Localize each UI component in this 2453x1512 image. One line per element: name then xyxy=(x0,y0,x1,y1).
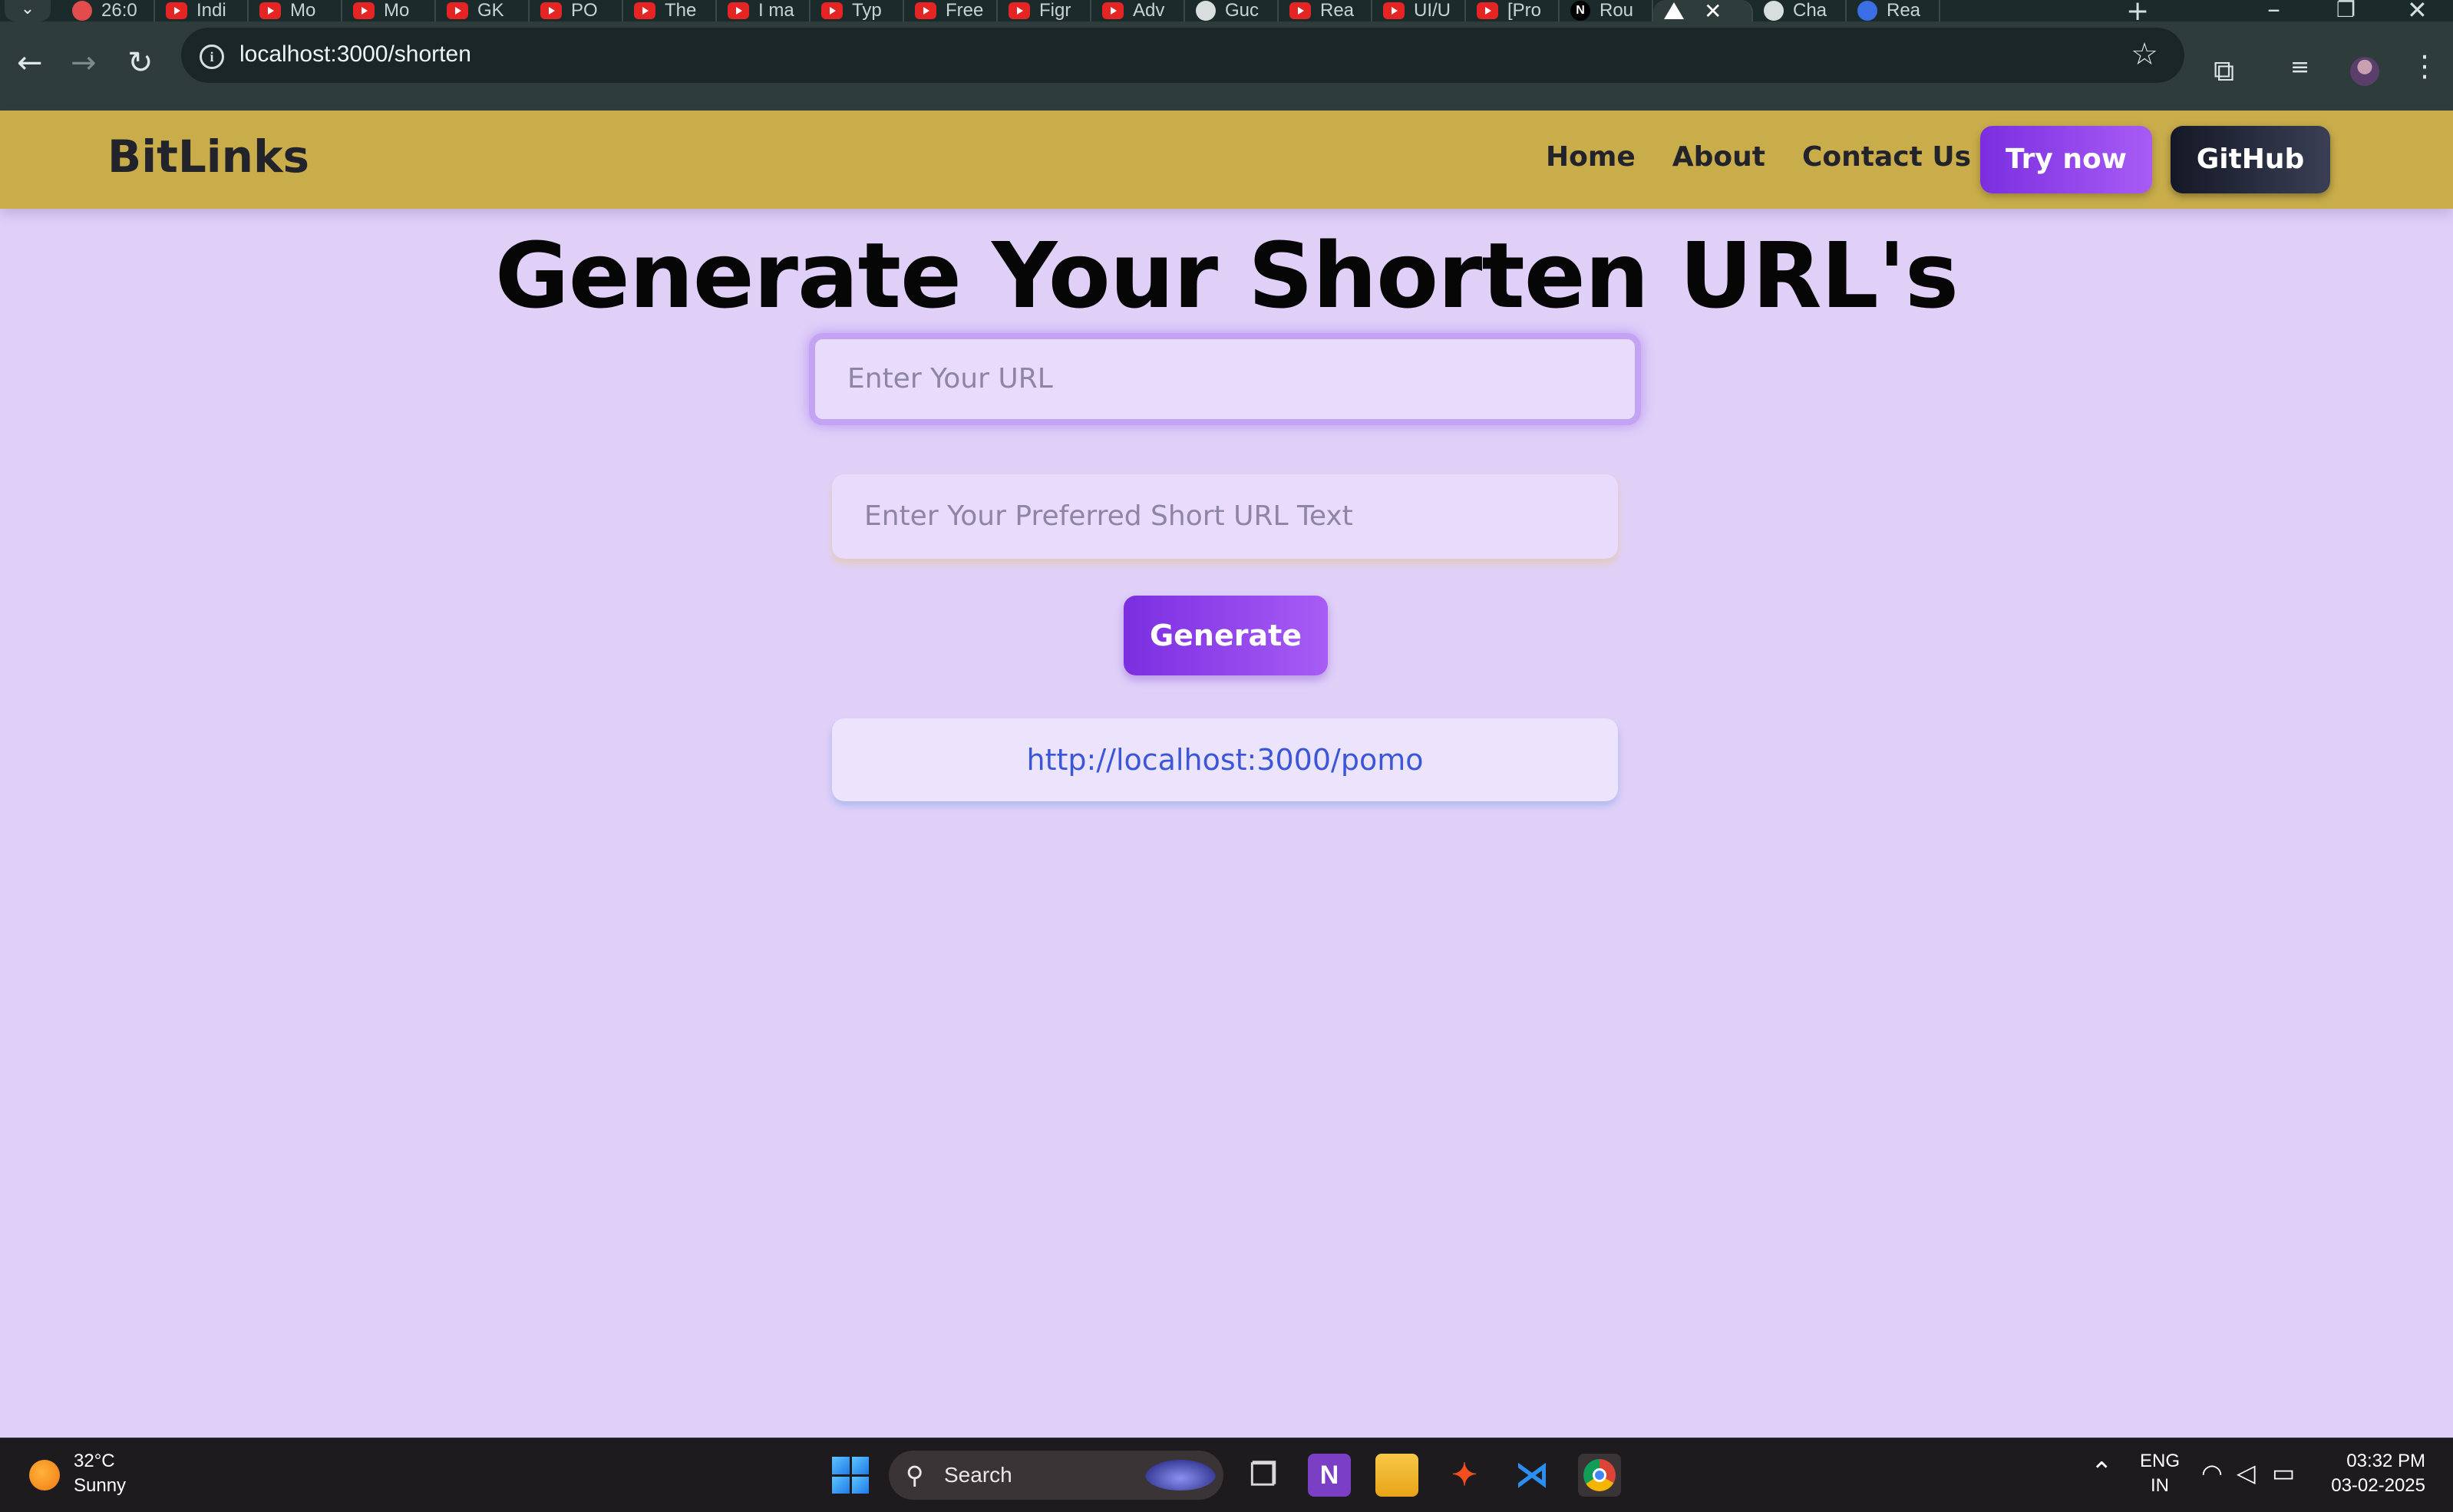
weather-description[interactable]: Sunny xyxy=(74,1475,126,1497)
youtube-icon xyxy=(447,2,468,19)
taskbar-search-box[interactable]: ⚲ Search xyxy=(889,1451,1223,1500)
extensions-icon[interactable]: ⧉ xyxy=(2214,54,2234,88)
battery-icon[interactable]: ▭ xyxy=(2272,1458,2295,1487)
tab[interactable]: Rea xyxy=(1847,0,1940,21)
react-icon xyxy=(1857,1,1877,21)
youtube-icon xyxy=(1102,2,1124,19)
youtube-icon xyxy=(1289,2,1311,19)
github-button[interactable]: GitHub xyxy=(2171,126,2330,193)
search-highlight-icon xyxy=(1145,1460,1216,1491)
tab[interactable]: Figr xyxy=(998,0,1091,21)
address-bar[interactable]: i localhost:3000/shorten ☆ xyxy=(181,28,2184,83)
tab[interactable]: GK xyxy=(436,0,530,21)
tab[interactable]: The xyxy=(623,0,717,21)
nav-home-link[interactable]: Home xyxy=(1546,141,1636,173)
bookmark-star-icon[interactable]: ☆ xyxy=(2131,37,2158,72)
brand-logo[interactable]: BitLinks xyxy=(107,130,309,183)
site-info-icon[interactable]: i xyxy=(200,45,224,69)
tab[interactable]: I ma xyxy=(717,0,811,21)
browser-tab-strip: ⌄ 26:0 Indi Mo Mo GK PO The I ma Typ Fre… xyxy=(0,0,2453,21)
nextjs-icon: N xyxy=(1570,1,1590,21)
youtube-icon xyxy=(634,2,655,19)
close-window-icon[interactable]: ✕ xyxy=(2407,0,2428,21)
tab-active[interactable]: ✕ xyxy=(1653,0,1753,21)
language-indicator[interactable]: ENG IN xyxy=(2140,1449,2180,1498)
tab[interactable]: Adv xyxy=(1091,0,1185,21)
forward-icon[interactable]: → xyxy=(71,48,97,78)
weather-temperature[interactable]: 32°C xyxy=(74,1451,115,1472)
nav-contact-link[interactable]: Contact Us xyxy=(1802,141,1971,173)
address-url[interactable]: localhost:3000/shorten xyxy=(239,41,471,68)
profile-avatar[interactable] xyxy=(2350,57,2379,86)
vscode-icon[interactable]: ⋊ xyxy=(1510,1454,1553,1497)
youtube-icon xyxy=(353,2,375,19)
restore-icon[interactable]: ❐ xyxy=(2336,0,2356,21)
show-hidden-icons-chevron[interactable]: ⌃ xyxy=(2091,1457,2113,1487)
close-tab-icon[interactable]: ✕ xyxy=(1704,0,1722,21)
tab[interactable]: Mo xyxy=(342,0,436,21)
youtube-icon xyxy=(166,2,187,19)
tab-list: 26:0 Indi Mo Mo GK PO The I ma Typ Free … xyxy=(61,0,1940,21)
youtube-icon xyxy=(728,2,749,19)
result-box: http://localhost:3000/pomo xyxy=(832,718,1618,801)
tab[interactable]: Rea xyxy=(1279,0,1372,21)
new-tab-button[interactable]: + xyxy=(2126,0,2149,21)
youtube-icon xyxy=(1009,2,1030,19)
vercel-icon xyxy=(1664,2,1684,19)
chatgpt-icon xyxy=(1764,1,1784,21)
task-view-icon[interactable]: ❐ xyxy=(1242,1454,1285,1497)
youtube-icon xyxy=(1477,2,1498,19)
browser-toolbar: ← → ↻ i localhost:3000/shorten ☆ ⧉ ≡ ⋮ xyxy=(0,21,2453,111)
file-explorer-icon[interactable] xyxy=(1375,1454,1418,1497)
nav-about-link[interactable]: About xyxy=(1672,141,1765,173)
tab[interactable]: Typ xyxy=(811,0,904,21)
tab[interactable]: [Pro xyxy=(1466,0,1560,21)
youtube-icon xyxy=(540,2,562,19)
search-icon: ⚲ xyxy=(906,1461,924,1489)
url-input[interactable]: Enter Your URL xyxy=(809,333,1641,425)
chatgpt-icon xyxy=(1196,1,1216,21)
youtube-icon xyxy=(259,2,281,19)
tab[interactable]: PO xyxy=(530,0,623,21)
generate-button[interactable]: Generate xyxy=(1124,596,1328,675)
volume-icon[interactable]: ◁ xyxy=(2237,1458,2256,1487)
media-controls-icon[interactable]: ≡ xyxy=(2290,54,2309,81)
search-label: Search xyxy=(944,1463,1012,1487)
tab[interactable]: 26:0 xyxy=(61,0,155,21)
youtube-icon xyxy=(915,2,936,19)
generated-short-url-link[interactable]: http://localhost:3000/pomo xyxy=(1027,743,1424,777)
tab[interactable]: Free xyxy=(904,0,998,21)
windows-taskbar: 32°C Sunny ⚲ Search ❐ N ✦ ⋊ ⌃ ENG IN ◠ ◁… xyxy=(0,1438,2453,1512)
reload-icon[interactable]: ↻ xyxy=(127,48,154,78)
check-icon xyxy=(72,1,92,21)
site-navbar: BitLinks Home About Contact Us Try now G… xyxy=(0,111,2453,209)
back-icon[interactable]: ← xyxy=(17,48,43,78)
system-clock[interactable]: 03:32 PM 03-02-2025 xyxy=(2331,1449,2425,1498)
short-url-text-input[interactable]: Enter Your Preferred Short URL Text xyxy=(832,474,1618,559)
tab[interactable]: N Rou xyxy=(1560,0,1653,21)
onenote-icon[interactable]: N xyxy=(1308,1454,1351,1497)
minimize-icon[interactable]: – xyxy=(2267,0,2280,21)
browser-menu-icon[interactable]: ⋮ xyxy=(2410,49,2439,83)
nav-links: Home About Contact Us xyxy=(1546,141,1971,173)
youtube-icon xyxy=(821,2,843,19)
tab[interactable]: Mo xyxy=(249,0,342,21)
tab[interactable]: Indi xyxy=(155,0,249,21)
sun-icon[interactable] xyxy=(29,1460,60,1491)
wifi-icon[interactable]: ◠ xyxy=(2201,1458,2223,1487)
tab[interactable]: UI/U xyxy=(1372,0,1466,21)
tab[interactable]: Guc xyxy=(1185,0,1279,21)
tab[interactable]: Cha xyxy=(1753,0,1847,21)
page-title: Generate Your Shorten URL's xyxy=(494,223,1959,328)
try-now-button[interactable]: Try now xyxy=(1980,126,2152,193)
windows-start-icon[interactable] xyxy=(832,1457,869,1494)
chrome-icon[interactable] xyxy=(1578,1454,1621,1497)
youtube-icon xyxy=(1383,2,1405,19)
tab-search-button[interactable]: ⌄ xyxy=(5,0,51,21)
figma-icon[interactable]: ✦ xyxy=(1443,1454,1486,1497)
